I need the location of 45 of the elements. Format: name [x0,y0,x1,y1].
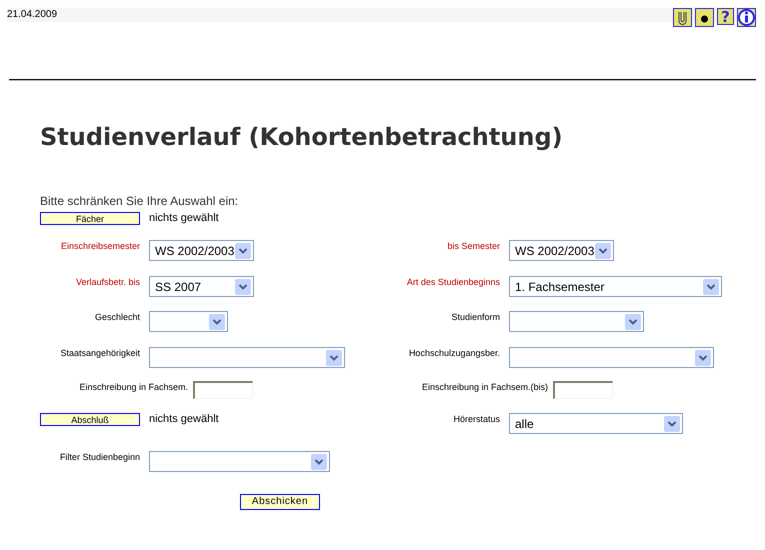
dropdown[interactable] [149,451,330,472]
field-label: Einschreibung in Fachsem. [79,381,188,393]
instruction-text: Bitte schränken Sie Ihre Auswahl ein: [40,193,240,209]
chevron-down-icon [703,278,719,294]
dropdown[interactable]: 1. Fachsemester [509,276,722,297]
field-label: bis Semester [446,240,500,252]
dropdown[interactable]: alle [509,413,683,434]
date-text: 21.04.2009 [7,8,58,22]
picker-button[interactable]: Fächer [40,212,140,225]
chevron-down-icon [209,314,225,330]
field-label: Geschlecht [94,311,140,323]
chevron-down-icon [311,454,327,470]
dropdown[interactable]: WS 2002/2003 [509,240,614,261]
field-label: Staatsangehörigkeit [59,347,140,359]
selection-status: nichts gewählt [149,413,220,426]
info-icon[interactable] [737,8,756,27]
field-label: Einschreibung in Fachsem.(bis) [422,381,548,393]
paperclip-icon[interactable] [673,8,692,27]
dropdown[interactable] [149,347,345,368]
help-icon[interactable]: ? [717,8,734,25]
field-label: Einschreibsemester [60,240,140,252]
chevron-down-icon [664,416,680,432]
chevron-down-icon [235,242,251,258]
field-label: Hörerstatus [452,413,500,425]
chevron-down-icon [326,350,342,366]
dropdown[interactable]: SS 2007 [149,276,254,297]
field-label: Hochschulzugangsber. [408,347,500,359]
chevron-down-icon [235,278,251,294]
field-label: Verlaufsbetr. bis [74,276,140,288]
page-title: Studienverlauf (Kohortenbetrachtung) [40,122,564,152]
dropdown[interactable] [509,347,714,368]
field-label: Art des Studienbeginns [406,276,500,288]
chevron-down-icon [595,242,611,258]
selection-status: nichts gewählt [149,212,220,225]
chevron-down-icon [695,350,711,366]
picker-button[interactable]: Abschluß [40,413,140,426]
input-field[interactable] [553,381,613,399]
dropdown[interactable] [509,311,644,332]
dropdown[interactable]: WS 2002/2003 [149,240,254,261]
chevron-down-icon [625,314,641,330]
submit-button[interactable]: Abschicken [240,494,320,510]
field-label: Filter Studienbeginn [58,451,140,463]
dropdown[interactable] [149,311,228,332]
input-field[interactable] [193,381,253,399]
field-label: Studienform [450,311,500,323]
